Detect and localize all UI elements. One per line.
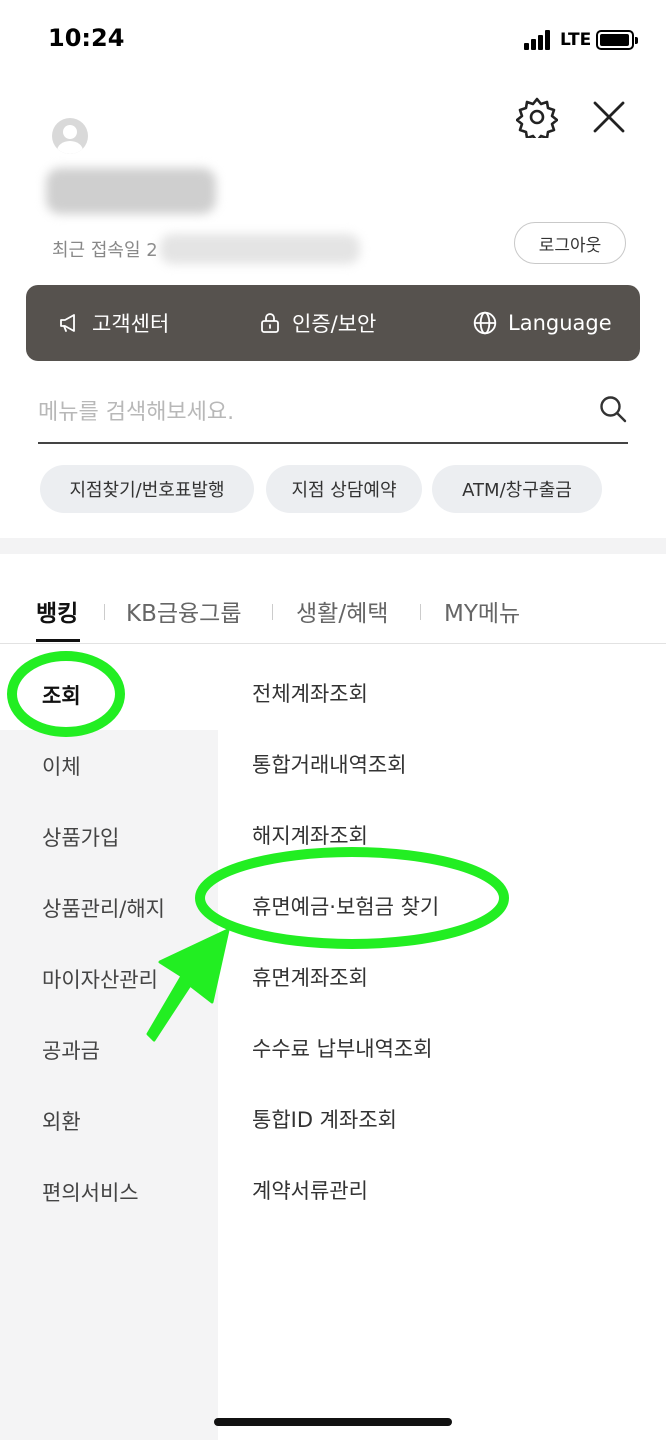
category-utility-bills[interactable]: 공과금	[42, 1035, 100, 1065]
chip-branch-finder[interactable]: 지점찾기/번호표발행	[40, 465, 254, 513]
sub-item-integrated-id[interactable]: 통합ID 계좌조회	[252, 1104, 397, 1134]
tab-life-benefit[interactable]: 생활/혜택	[296, 594, 388, 628]
quick-menu-bar: 고객센터 인증/보안 Language	[26, 285, 640, 361]
sub-item-dormant-deposit-find[interactable]: 휴면예금·보험금 찾기	[252, 891, 439, 921]
language-label: Language	[508, 311, 612, 335]
category-inquiry[interactable]: 조회	[42, 680, 81, 710]
section-divider	[0, 538, 666, 554]
avatar	[52, 118, 88, 154]
auth-security-button[interactable]: 인증/보안	[258, 285, 376, 361]
category-product-manage[interactable]: 상품관리/해지	[42, 893, 165, 923]
chip-branch-consult[interactable]: 지점 상담예약	[266, 465, 422, 513]
customer-center-label: 고객센터	[92, 312, 170, 336]
tab-separator	[104, 604, 105, 620]
sub-item-fee-history[interactable]: 수수료 납부내역조회	[252, 1033, 433, 1063]
logout-button[interactable]: 로그아웃	[514, 222, 626, 264]
tab-my-menu[interactable]: MY메뉴	[444, 594, 520, 628]
sub-item-contract-docs[interactable]: 계약서류관리	[252, 1175, 368, 1205]
globe-icon	[473, 311, 497, 335]
customer-center-button[interactable]: 고객센터	[58, 285, 169, 361]
last-login-value-blurred	[160, 234, 360, 264]
tab-banking[interactable]: 뱅킹	[36, 594, 78, 628]
sub-item-closed-accounts[interactable]: 해지계좌조회	[252, 820, 368, 850]
status-bar: 10:24 LTE	[0, 0, 666, 80]
left-category-menu: 조회 이체 상품가입 상품관리/해지 마이자산관리 공과금 외환 편의서비스	[0, 660, 218, 1440]
close-icon[interactable]	[590, 98, 628, 136]
chip-atm-withdraw[interactable]: ATM/창구출금	[432, 465, 602, 513]
category-my-assets[interactable]: 마이자산관리	[42, 964, 158, 994]
status-time: 10:24	[48, 24, 125, 52]
tab-kb-group[interactable]: KB금융그룹	[126, 594, 242, 628]
auth-security-label: 인증/보안	[292, 312, 377, 336]
tab-separator	[272, 604, 273, 620]
user-name-blurred[interactable]	[46, 168, 216, 214]
search-icon[interactable]	[598, 394, 628, 424]
tab-separator	[420, 604, 421, 620]
category-product-join[interactable]: 상품가입	[42, 822, 119, 852]
category-transfer[interactable]: 이체	[42, 751, 81, 781]
sub-item-transaction-history[interactable]: 통합거래내역조회	[252, 749, 407, 779]
gear-icon[interactable]	[516, 96, 558, 138]
active-tab-indicator	[36, 639, 80, 642]
category-convenience[interactable]: 편의서비스	[42, 1177, 139, 1207]
network-type: LTE	[560, 30, 592, 50]
category-foreign-exchange[interactable]: 외환	[42, 1106, 81, 1136]
search-input[interactable]	[38, 390, 568, 434]
category-tabs: 뱅킹 KB금융그룹 생활/혜택 MY메뉴	[0, 578, 666, 644]
signal-icon	[524, 30, 552, 50]
sub-item-dormant-accounts[interactable]: 휴면계좌조회	[252, 962, 368, 992]
language-button[interactable]: Language	[472, 285, 612, 361]
megaphone-icon	[60, 314, 75, 332]
home-indicator	[214, 1418, 452, 1426]
last-login-label: 최근 접속일 2	[52, 240, 158, 261]
lock-icon	[261, 313, 279, 333]
active-category-bg	[0, 660, 218, 730]
sub-item-all-accounts[interactable]: 전체계좌조회	[252, 678, 368, 708]
search-bar	[38, 384, 628, 444]
battery-icon	[596, 30, 638, 50]
